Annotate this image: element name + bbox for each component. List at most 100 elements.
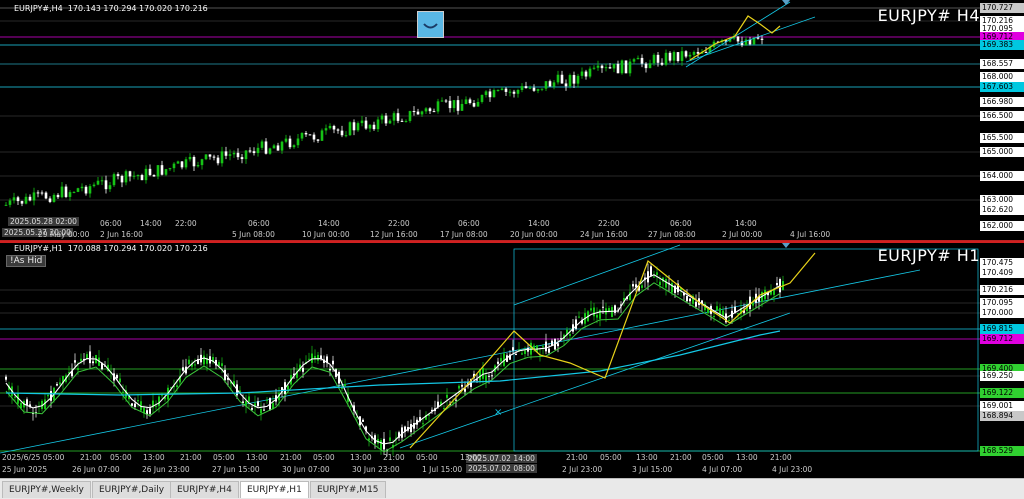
h1-time-label: 30 Jun 23:00 [352,465,400,474]
h4-candle [368,124,372,129]
h1-price-label: 169.712 [980,334,1024,344]
h4-candle [48,198,52,202]
h4-candle [76,188,80,192]
h4-candle [688,54,692,57]
h1-time-sublabel: 05:00 [110,453,132,462]
h4-candle [756,37,760,39]
h4-candle [672,52,676,61]
h1-time-sublabel: 21:00 [180,453,202,462]
h1-ma-white [5,274,781,445]
smile-logo-icon[interactable] [417,11,444,38]
h4-price-label: 163.000 [980,195,1024,205]
h4-candle [44,192,48,199]
h4-candle [132,175,136,177]
h4-candle [280,141,284,151]
h1-time-label: 25 Jun 2025 [2,465,48,474]
h1-candle [137,400,139,402]
h4-candle [520,86,524,90]
h1-candle [653,276,655,278]
h4-candle [584,71,588,77]
h1-candle [317,354,319,361]
h4-candle [196,165,200,167]
h4-candle [240,157,244,160]
tab-daily[interactable]: EURJPY#,Daily [92,481,172,498]
h4-chart[interactable]: EURJPY#,H4 170.143 170.294 170.020 170.2… [0,0,1024,240]
h1-candle [362,419,364,422]
h1-candle [512,347,514,351]
h4-shift-marker-icon[interactable] [782,0,790,5]
h4-candle [216,157,220,164]
h1-candle [446,394,448,398]
h1-candle [89,351,91,364]
h4-candle [504,88,508,92]
h4-candle [564,83,568,87]
h1-price-label: 168.894 [980,411,1024,421]
h1-time-label: 30 Jun 07:00 [282,465,330,474]
h4-candle [156,165,160,177]
h1-candle [182,367,184,371]
h4-candle [448,100,452,109]
h4-date-box: 2025.05.28 02:00 [8,217,79,226]
h4-candle [52,194,56,202]
h1-candle [695,301,697,307]
h1-candle [92,361,94,364]
h1-time-label: 4 Jul 23:00 [772,465,813,474]
h1-candle [47,394,49,397]
h1-ma-cyan [5,330,781,396]
ask-bid-button[interactable]: !As Hid [6,255,47,267]
h4-time-sublabel: 14:00 [528,219,550,228]
h1-candle [116,375,118,379]
h4-candle [460,103,464,111]
h4-candle [104,180,108,190]
h1-candle [728,319,730,321]
h4-candle [96,180,100,185]
h1-time-sublabel: 21:00 [566,453,588,462]
h4-candle [468,99,472,104]
h4-candle [660,62,664,65]
h4-candle [580,71,584,76]
h1-time-sublabel: 05:00 [702,453,724,462]
h4-candle [252,151,256,154]
h1-time-sublabel: 21:00 [670,453,692,462]
tab-h1[interactable]: EURJPY#,H1 [240,481,309,498]
h1-price-label: 169.815 [980,324,1024,334]
h4-candle [192,156,196,167]
h4-candle [604,67,608,69]
tab-weekly[interactable]: EURJPY#,Weekly [2,481,91,498]
h4-candle [472,103,476,107]
h4-candle [184,159,188,168]
h4-candle [608,67,612,69]
h1-candle [500,358,502,362]
h1-candle [455,399,457,401]
tab-m15[interactable]: EURJPY#,M15 [310,481,386,498]
h4-candle [92,184,96,187]
h4-candle [568,75,572,87]
tab-h4[interactable]: EURJPY#,H4 [170,481,239,498]
h1-candle [557,343,559,347]
h4-candle [356,123,360,131]
h4-candle [696,51,700,54]
h1-time-sublabel: 05:00 [213,453,235,462]
h1-price-label: 168.529 [980,446,1024,456]
h1-time-sublabel: 13:00 [460,453,482,462]
h4-candle [484,91,488,95]
h4-candle [540,88,544,90]
h1-chart[interactable]: × EURJPY#,H1 170.088 170.294 170.020 170… [0,241,1024,478]
h1-candle [329,368,331,371]
h1-time-label: 26 Jun 07:00 [72,465,120,474]
h4-candle [288,138,292,148]
h4-candle [260,141,264,148]
h1-candle [248,396,250,402]
h1-shift-marker-icon[interactable] [782,243,790,248]
h1-time-sublabel: 21:00 [80,453,102,462]
h1-channel-line [399,312,791,449]
h4-candle [32,192,36,201]
h4-candle [412,111,416,113]
h1-candle [521,353,523,355]
h1-candle [776,283,778,286]
h4-time-label: 12 Jun 16:00 [370,230,418,239]
h4-candle [420,111,424,115]
h1-candle [536,345,538,352]
h1-candle [488,375,490,377]
h4-candle [36,192,40,194]
